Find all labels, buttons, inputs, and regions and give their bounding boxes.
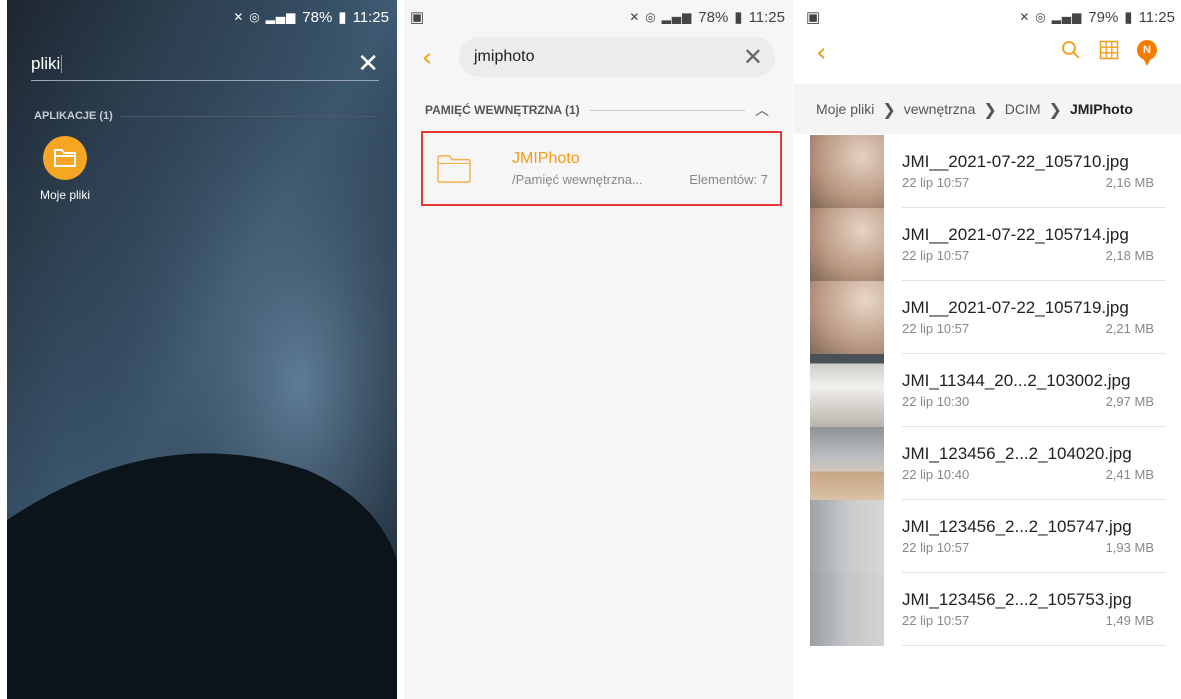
divider xyxy=(120,115,377,117)
battery-level: 78% xyxy=(302,8,333,26)
divider xyxy=(589,109,745,111)
gallery-notification-icon: ▣ xyxy=(806,9,821,26)
list-item[interactable]: JMI__2021-07-22_105710.jpg 22 lip 10:57 2,… xyxy=(810,135,1166,208)
item-count: Elementów: 7 xyxy=(689,172,768,187)
status-bar: ▣ ✕ ◎ ▂▄▆ 78% ▮ 11:25 xyxy=(404,0,793,34)
grid-view-icon[interactable] xyxy=(1099,40,1119,60)
file-date: 22 lip 10:57 xyxy=(902,175,970,190)
chevron-right-icon: ❯ xyxy=(882,99,896,119)
breadcrumb-item[interactable]: Moje pliki xyxy=(816,101,874,117)
file-name: JMI__2021-07-22_105710.jpg xyxy=(902,152,1129,171)
breadcrumb-item[interactable]: DCIM xyxy=(1005,101,1041,117)
file-size: 2,97 MB xyxy=(1105,394,1154,409)
file-size: 2,21 MB xyxy=(1105,321,1154,336)
file-date: 22 lip 10:30 xyxy=(902,394,970,409)
file-name: JMI__2021-07-22_105714.jpg xyxy=(902,225,1129,244)
status-bar: ▣ ✕ ◎ ▂▄▆ 79% ▮ 11:25 xyxy=(794,0,1181,34)
battery-icon: ▮ xyxy=(1124,9,1133,26)
file-size: 1,49 MB xyxy=(1105,613,1154,628)
back-arrow-icon[interactable]: ‹ xyxy=(404,43,450,73)
battery-icon: ▮ xyxy=(734,9,743,26)
file-size: 1,93 MB xyxy=(1105,540,1154,555)
folder-icon xyxy=(437,154,471,183)
app-label: Moje pliki xyxy=(39,188,90,202)
gallery-notification-icon: ▣ xyxy=(410,9,425,26)
list-item[interactable]: JMI_123456_2...2_105747.jpg 22 lip 10:57 1… xyxy=(810,500,1166,573)
file-size: 2,18 MB xyxy=(1105,248,1154,263)
file-name: JMI__2021-07-22_105719.jpg xyxy=(902,298,1129,317)
text-cursor xyxy=(61,55,63,74)
wallpaper xyxy=(7,0,397,699)
file-name: JMI_123456_2...2_105753.jpg xyxy=(902,590,1132,609)
chevron-right-icon: ❯ xyxy=(983,99,997,119)
search-input[interactable]: jmiphoto xyxy=(474,48,743,66)
list-item[interactable]: JMI__2021-07-22_105714.jpg 22 lip 10:57 2,… xyxy=(810,208,1166,281)
list-item[interactable]: JMI_123456_2...2_105753.jpg 22 lip 10:57 1… xyxy=(810,573,1166,646)
apps-section-header: APLIKACJE (1) xyxy=(34,110,377,122)
breadcrumb: Moje pliki ❯ vewnętrzna ❯ DCIM ❯ JMIPhot… xyxy=(794,84,1181,134)
file-search-field[interactable]: jmiphoto ✕ xyxy=(459,37,775,77)
storage-section-header[interactable]: PAMIĘĆ WEWNĘTRZNA (1) ︿ xyxy=(425,100,769,120)
image-thumbnail xyxy=(810,135,884,208)
search-toolbar: ‹ jmiphoto ✕ xyxy=(404,34,793,82)
chevron-up-icon[interactable]: ︿ xyxy=(755,100,769,120)
image-thumbnail xyxy=(810,427,884,500)
folder-contents-screen: ▣ ✕ ◎ ▂▄▆ 79% ▮ 11:25 ‹ N Moje pliki ❯ v… xyxy=(794,0,1181,699)
file-date: 22 lip 10:57 xyxy=(902,613,970,628)
list-item[interactable]: JMI_123456_2...2_104020.jpg 22 lip 10:40 2… xyxy=(810,427,1166,500)
file-date: 22 lip 10:57 xyxy=(902,540,970,555)
search-icon[interactable] xyxy=(1061,40,1081,60)
battery-level: 79% xyxy=(1088,8,1119,26)
folder-path: /Pamięć wewnętrzna... xyxy=(512,172,643,187)
account-avatar[interactable]: N xyxy=(1137,40,1157,60)
search-results-screen: ▣ ✕ ◎ ▂▄▆ 78% ▮ 11:25 ‹ jmiphoto ✕ PAMIĘ… xyxy=(404,0,793,699)
folder-icon[interactable] xyxy=(43,136,87,180)
clock: 11:25 xyxy=(352,8,389,26)
section-title: PAMIĘĆ WEWNĘTRZNA (1) xyxy=(425,103,580,117)
chevron-right-icon: ❯ xyxy=(1048,99,1062,119)
launcher-search-screen: ✕ ◎ ▂▄▆ 78% ▮ 11:25 pliki ✕ APLIKACJE (1… xyxy=(7,0,397,699)
clock: 11:25 xyxy=(1138,8,1175,26)
breadcrumb-item[interactable]: vewnętrzna xyxy=(904,101,976,117)
image-thumbnail xyxy=(810,354,884,427)
search-result-folder[interactable]: JMIPhoto /Pamięć wewnętrzna... Elementów… xyxy=(421,131,782,206)
file-list: JMI__2021-07-22_105710.jpg 22 lip 10:57 2,… xyxy=(810,135,1166,646)
file-size: 2,41 MB xyxy=(1105,467,1154,482)
clock: 11:25 xyxy=(748,8,785,26)
signal-icons: ✕ ◎ ▂▄▆ xyxy=(1019,10,1083,24)
image-thumbnail xyxy=(810,500,884,573)
file-size: 2,16 MB xyxy=(1105,175,1154,190)
signal-icons: ✕ ◎ ▂▄▆ xyxy=(629,10,693,24)
file-date: 22 lip 10:57 xyxy=(902,248,970,263)
status-bar: ✕ ◎ ▂▄▆ 78% ▮ 11:25 xyxy=(7,0,397,34)
image-thumbnail xyxy=(810,281,884,354)
list-item[interactable]: JMI__2021-07-22_105719.jpg 22 lip 10:57 2,… xyxy=(810,281,1166,354)
image-thumbnail xyxy=(810,573,884,646)
battery-level: 78% xyxy=(698,8,729,26)
signal-icons: ✕ ◎ ▂▄▆ xyxy=(233,10,297,24)
back-arrow-icon[interactable]: ‹ xyxy=(816,38,826,68)
file-name: JMI_11344_20...2_103002.jpg xyxy=(902,371,1131,390)
search-input[interactable]: pliki xyxy=(31,54,357,74)
file-name: JMI_123456_2...2_104020.jpg xyxy=(902,444,1132,463)
toolbar: ‹ N xyxy=(794,34,1181,78)
battery-icon: ▮ xyxy=(338,9,347,26)
breadcrumb-current: JMIPhoto xyxy=(1069,101,1133,117)
section-title: APLIKACJE (1) xyxy=(34,110,113,122)
app-moje-pliki[interactable]: Moje pliki xyxy=(34,136,96,202)
folder-name: JMIPhoto xyxy=(512,150,580,167)
file-name: JMI_123456_2...2_105747.jpg xyxy=(902,517,1132,536)
clear-search-icon[interactable]: ✕ xyxy=(357,51,379,77)
app-search-field[interactable]: pliki ✕ xyxy=(31,47,379,81)
file-date: 22 lip 10:57 xyxy=(902,321,970,336)
clear-search-icon[interactable]: ✕ xyxy=(743,43,763,71)
file-date: 22 lip 10:40 xyxy=(902,467,970,482)
list-item[interactable]: JMI_11344_20...2_103002.jpg 22 lip 10:30 2… xyxy=(810,354,1166,427)
image-thumbnail xyxy=(810,208,884,281)
